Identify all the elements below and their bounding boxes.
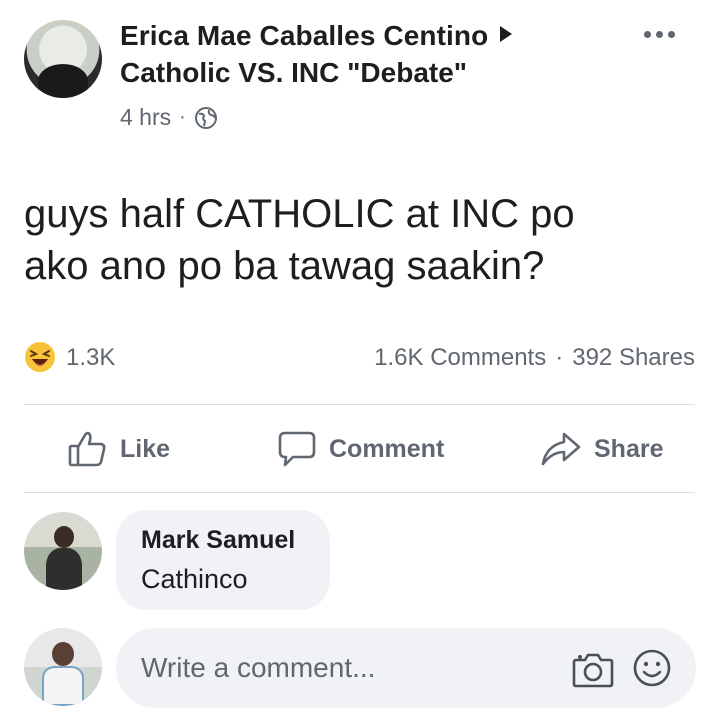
share-button[interactable]: Share [540,428,663,470]
comments-count[interactable]: 1.6K Comments [374,344,546,372]
comment-label: Comment [329,434,445,463]
comment-bubble [116,510,330,610]
globe-icon [194,106,218,130]
share-arrow-icon [541,432,581,466]
post-stats: 1.6K Comments · 392 Shares [374,344,695,372]
divider-bottom [24,492,695,493]
commenter-name[interactable]: Mark Samuel [141,526,295,555]
like-button[interactable]: Like [68,428,170,470]
like-label: Like [120,434,171,463]
author-name[interactable]: Erica Mae Caballes Centino [120,20,488,51]
post-text: guys half CATHOLIC at INC po ako ano po … [24,192,575,288]
post-author-line: Erica Mae Caballes Centino [120,20,513,52]
commenter-avatar[interactable] [24,512,102,590]
thumbs-up-icon [68,431,106,467]
comment-text: Cathinco [141,564,248,594]
stats-separator: · [555,344,564,371]
camera-icon[interactable] [572,649,614,689]
comment-input-placeholder[interactable]: Write a comment... [141,652,375,684]
author-avatar[interactable] [24,20,102,98]
post-time[interactable]: 4 hrs [120,104,171,131]
haha-reaction-icon[interactable] [24,341,56,373]
smiley-icon[interactable] [632,648,672,688]
group-name[interactable]: Catholic VS. INC "Debate" [120,57,467,89]
comment-button[interactable]: Comment [277,428,444,470]
current-user-avatar [24,628,102,706]
shares-count[interactable]: 392 Shares [572,344,695,372]
post-meta: 4 hrs · [120,104,218,131]
more-options-icon[interactable] [644,26,684,42]
share-label: Share [594,434,664,463]
reaction-count[interactable]: 1.3K [66,344,115,372]
speech-bubble-icon [278,431,316,467]
meta-dot: · [179,106,186,128]
caret-right-icon [500,26,513,42]
divider-top [24,404,695,405]
